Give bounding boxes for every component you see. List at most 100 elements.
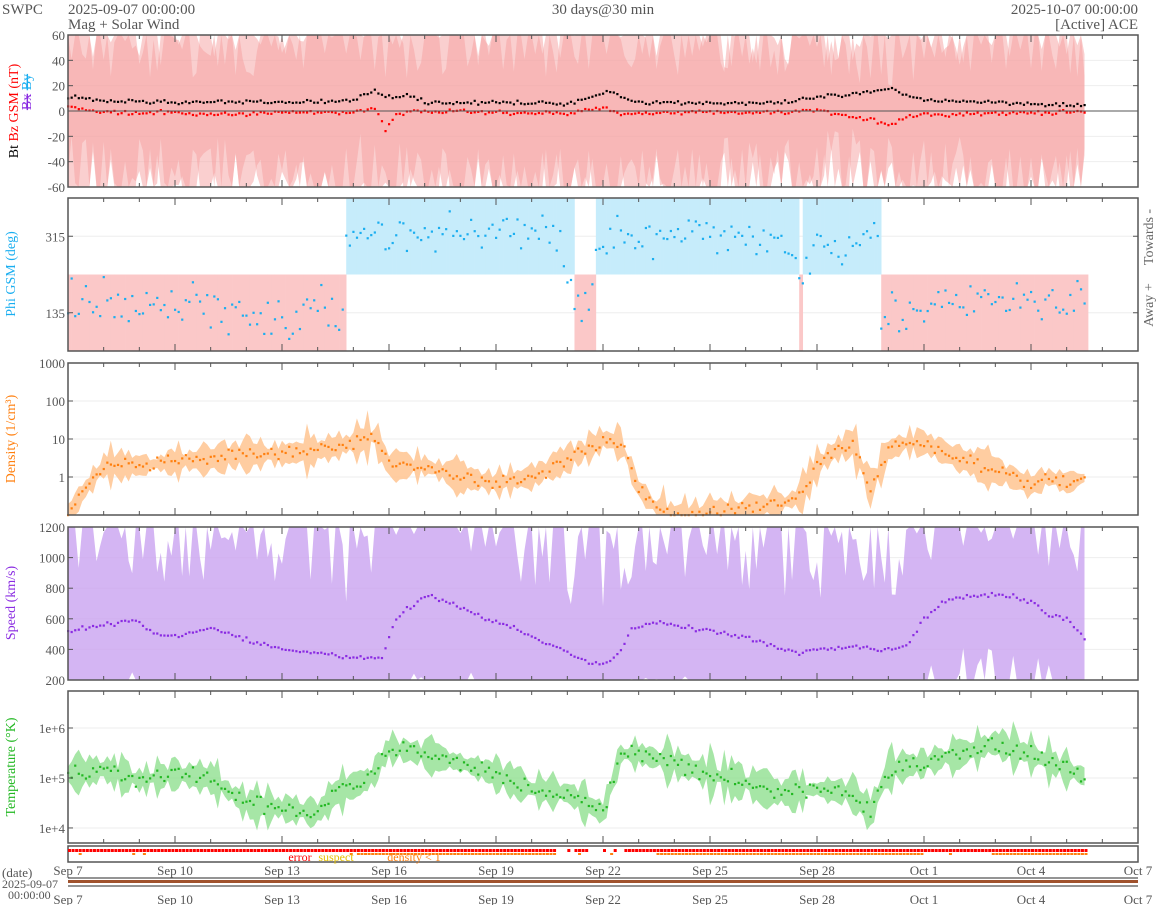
phi-gsm-point — [876, 234, 879, 238]
density-flag — [677, 853, 681, 855]
speed-point — [655, 622, 658, 625]
error-flag — [1009, 849, 1013, 852]
away-sector — [981, 274, 985, 351]
speed-point — [823, 647, 826, 650]
bt-point — [701, 102, 705, 106]
density-flag — [1052, 853, 1056, 855]
error-flag — [991, 849, 995, 852]
speed-point — [1005, 595, 1008, 599]
phi-gsm-point — [609, 227, 612, 230]
phi-gsm-point — [409, 229, 412, 232]
phi-gsm-point — [516, 218, 519, 221]
bz-gsm-point — [120, 112, 123, 115]
error-flag — [164, 849, 168, 852]
phi-gsm-point — [359, 231, 362, 235]
away-sector — [271, 274, 276, 351]
density-flag — [553, 853, 557, 855]
temperature-point — [181, 776, 184, 779]
temperature-point — [120, 779, 123, 782]
density-point — [1069, 483, 1072, 486]
density-point — [437, 470, 441, 473]
speed-point — [923, 616, 926, 619]
bt-point — [766, 100, 769, 104]
x-tick-label: Sep 25 — [692, 863, 728, 878]
density-point — [712, 505, 715, 509]
density-point — [263, 452, 266, 456]
phi-gsm-point — [380, 223, 384, 226]
temperature-point — [751, 786, 754, 789]
speed-point — [177, 635, 180, 639]
temperature-point — [373, 772, 376, 775]
phi-gsm-point — [220, 320, 223, 323]
density-flag — [1077, 853, 1081, 855]
speed-point — [313, 651, 316, 654]
bt-point — [983, 100, 986, 103]
phi-gsm-point — [937, 291, 940, 294]
error-flag — [1002, 849, 1006, 852]
error-flag — [488, 849, 492, 852]
towards-sector — [360, 198, 365, 275]
temperature-point — [876, 789, 879, 792]
density-point — [577, 447, 580, 450]
bz-gsm-point — [370, 107, 373, 110]
phi-gsm-point — [402, 222, 405, 225]
error-flag — [895, 849, 899, 852]
phi-gsm-point — [330, 297, 334, 300]
bz-gsm-point — [473, 111, 476, 114]
bt-point — [81, 96, 84, 99]
density-flag — [745, 853, 749, 855]
error-flag — [702, 849, 706, 852]
temperature-point — [477, 773, 480, 776]
bt-point — [216, 99, 219, 102]
speed-point — [195, 630, 198, 633]
density-point — [206, 462, 209, 465]
bz-gsm-point — [855, 116, 858, 120]
error-flag — [649, 849, 653, 852]
bt-point — [544, 101, 548, 104]
phi-gsm-point — [259, 312, 262, 315]
phi-gsm-point — [295, 310, 298, 313]
error-flag — [941, 849, 945, 852]
bt-point — [730, 101, 733, 105]
phi-gsm-point — [648, 225, 651, 228]
speed-point — [1001, 593, 1004, 596]
bt-point — [705, 100, 708, 103]
speed-point — [651, 621, 655, 624]
phi-gsm-point — [195, 293, 198, 296]
phi-gsm-point — [1037, 309, 1040, 312]
bt-point — [758, 102, 762, 105]
mag-y-tick-label: -20 — [48, 129, 65, 144]
speed-point — [134, 619, 137, 622]
phi-gsm-point — [1022, 293, 1026, 296]
density-flag — [863, 853, 867, 855]
temperature-point — [773, 796, 776, 799]
error-flag — [988, 849, 992, 852]
temperature-point — [691, 771, 694, 774]
temperature-point — [149, 777, 152, 780]
speed-point — [452, 601, 455, 604]
towards-sector — [471, 198, 475, 275]
density-point — [366, 438, 369, 441]
bt-point — [295, 101, 298, 104]
bz-gsm-point — [787, 112, 790, 115]
temperature-point — [1054, 764, 1058, 767]
bt-point — [512, 103, 516, 106]
temperature-point — [1083, 778, 1086, 781]
speed-point — [437, 599, 441, 603]
temperature-point — [402, 741, 405, 744]
speed-point — [862, 646, 865, 649]
density-point — [281, 450, 284, 453]
bz-gsm-point — [74, 106, 77, 109]
bt-point — [323, 101, 326, 105]
error-flag — [114, 849, 118, 852]
error-flag — [874, 849, 878, 852]
density-point — [320, 443, 323, 446]
bt-point — [926, 99, 929, 102]
bt-point — [191, 100, 195, 103]
temperature-point — [926, 765, 929, 768]
density-point — [99, 473, 102, 476]
bz-gsm-point — [741, 112, 744, 115]
density-point — [780, 504, 783, 507]
temperature-point — [348, 783, 351, 786]
speed-point — [519, 630, 523, 633]
